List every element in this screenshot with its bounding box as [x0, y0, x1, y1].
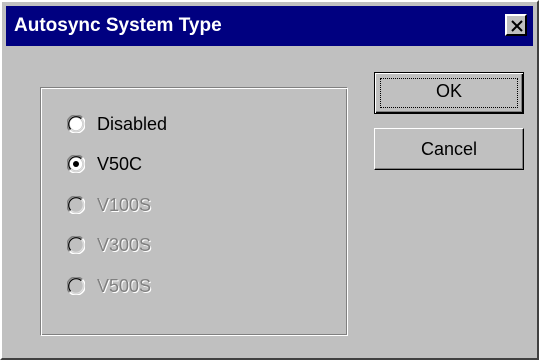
ok-button[interactable]: OK [374, 72, 524, 114]
radio-option-v300s: V300S [66, 232, 152, 258]
radio-button-icon [66, 154, 86, 174]
cancel-button[interactable]: Cancel [374, 128, 524, 170]
radio-option-label: Disabled [97, 114, 168, 134]
radio-button-icon [66, 235, 86, 255]
close-button[interactable] [505, 14, 527, 36]
radio-button-icon [66, 276, 86, 296]
radio-option-v100s: V100S [66, 192, 152, 218]
ok-button-label: OK [435, 81, 462, 101]
radio-option-label: V500S [97, 276, 152, 296]
dialog-window: Autosync System Type Disabled V50C V100S… [0, 0, 539, 360]
radio-option-v500s: V500S [66, 273, 152, 299]
window-title: Autosync System Type [14, 15, 222, 36]
radio-option-label: V50C [97, 154, 143, 174]
radio-button-icon [66, 114, 86, 134]
title-bar[interactable]: Autosync System Type [6, 6, 533, 46]
radio-button-icon [66, 195, 86, 215]
radio-option-label: V100S [97, 195, 152, 215]
cancel-button-label: Cancel [420, 139, 478, 159]
radio-option-disabled[interactable]: Disabled [66, 111, 168, 137]
radio-option-v50c[interactable]: V50C [66, 151, 143, 177]
close-icon [511, 20, 523, 32]
radio-option-label: V300S [97, 235, 152, 255]
system-type-group: Disabled V50C V100S V300S V500S [40, 87, 348, 336]
